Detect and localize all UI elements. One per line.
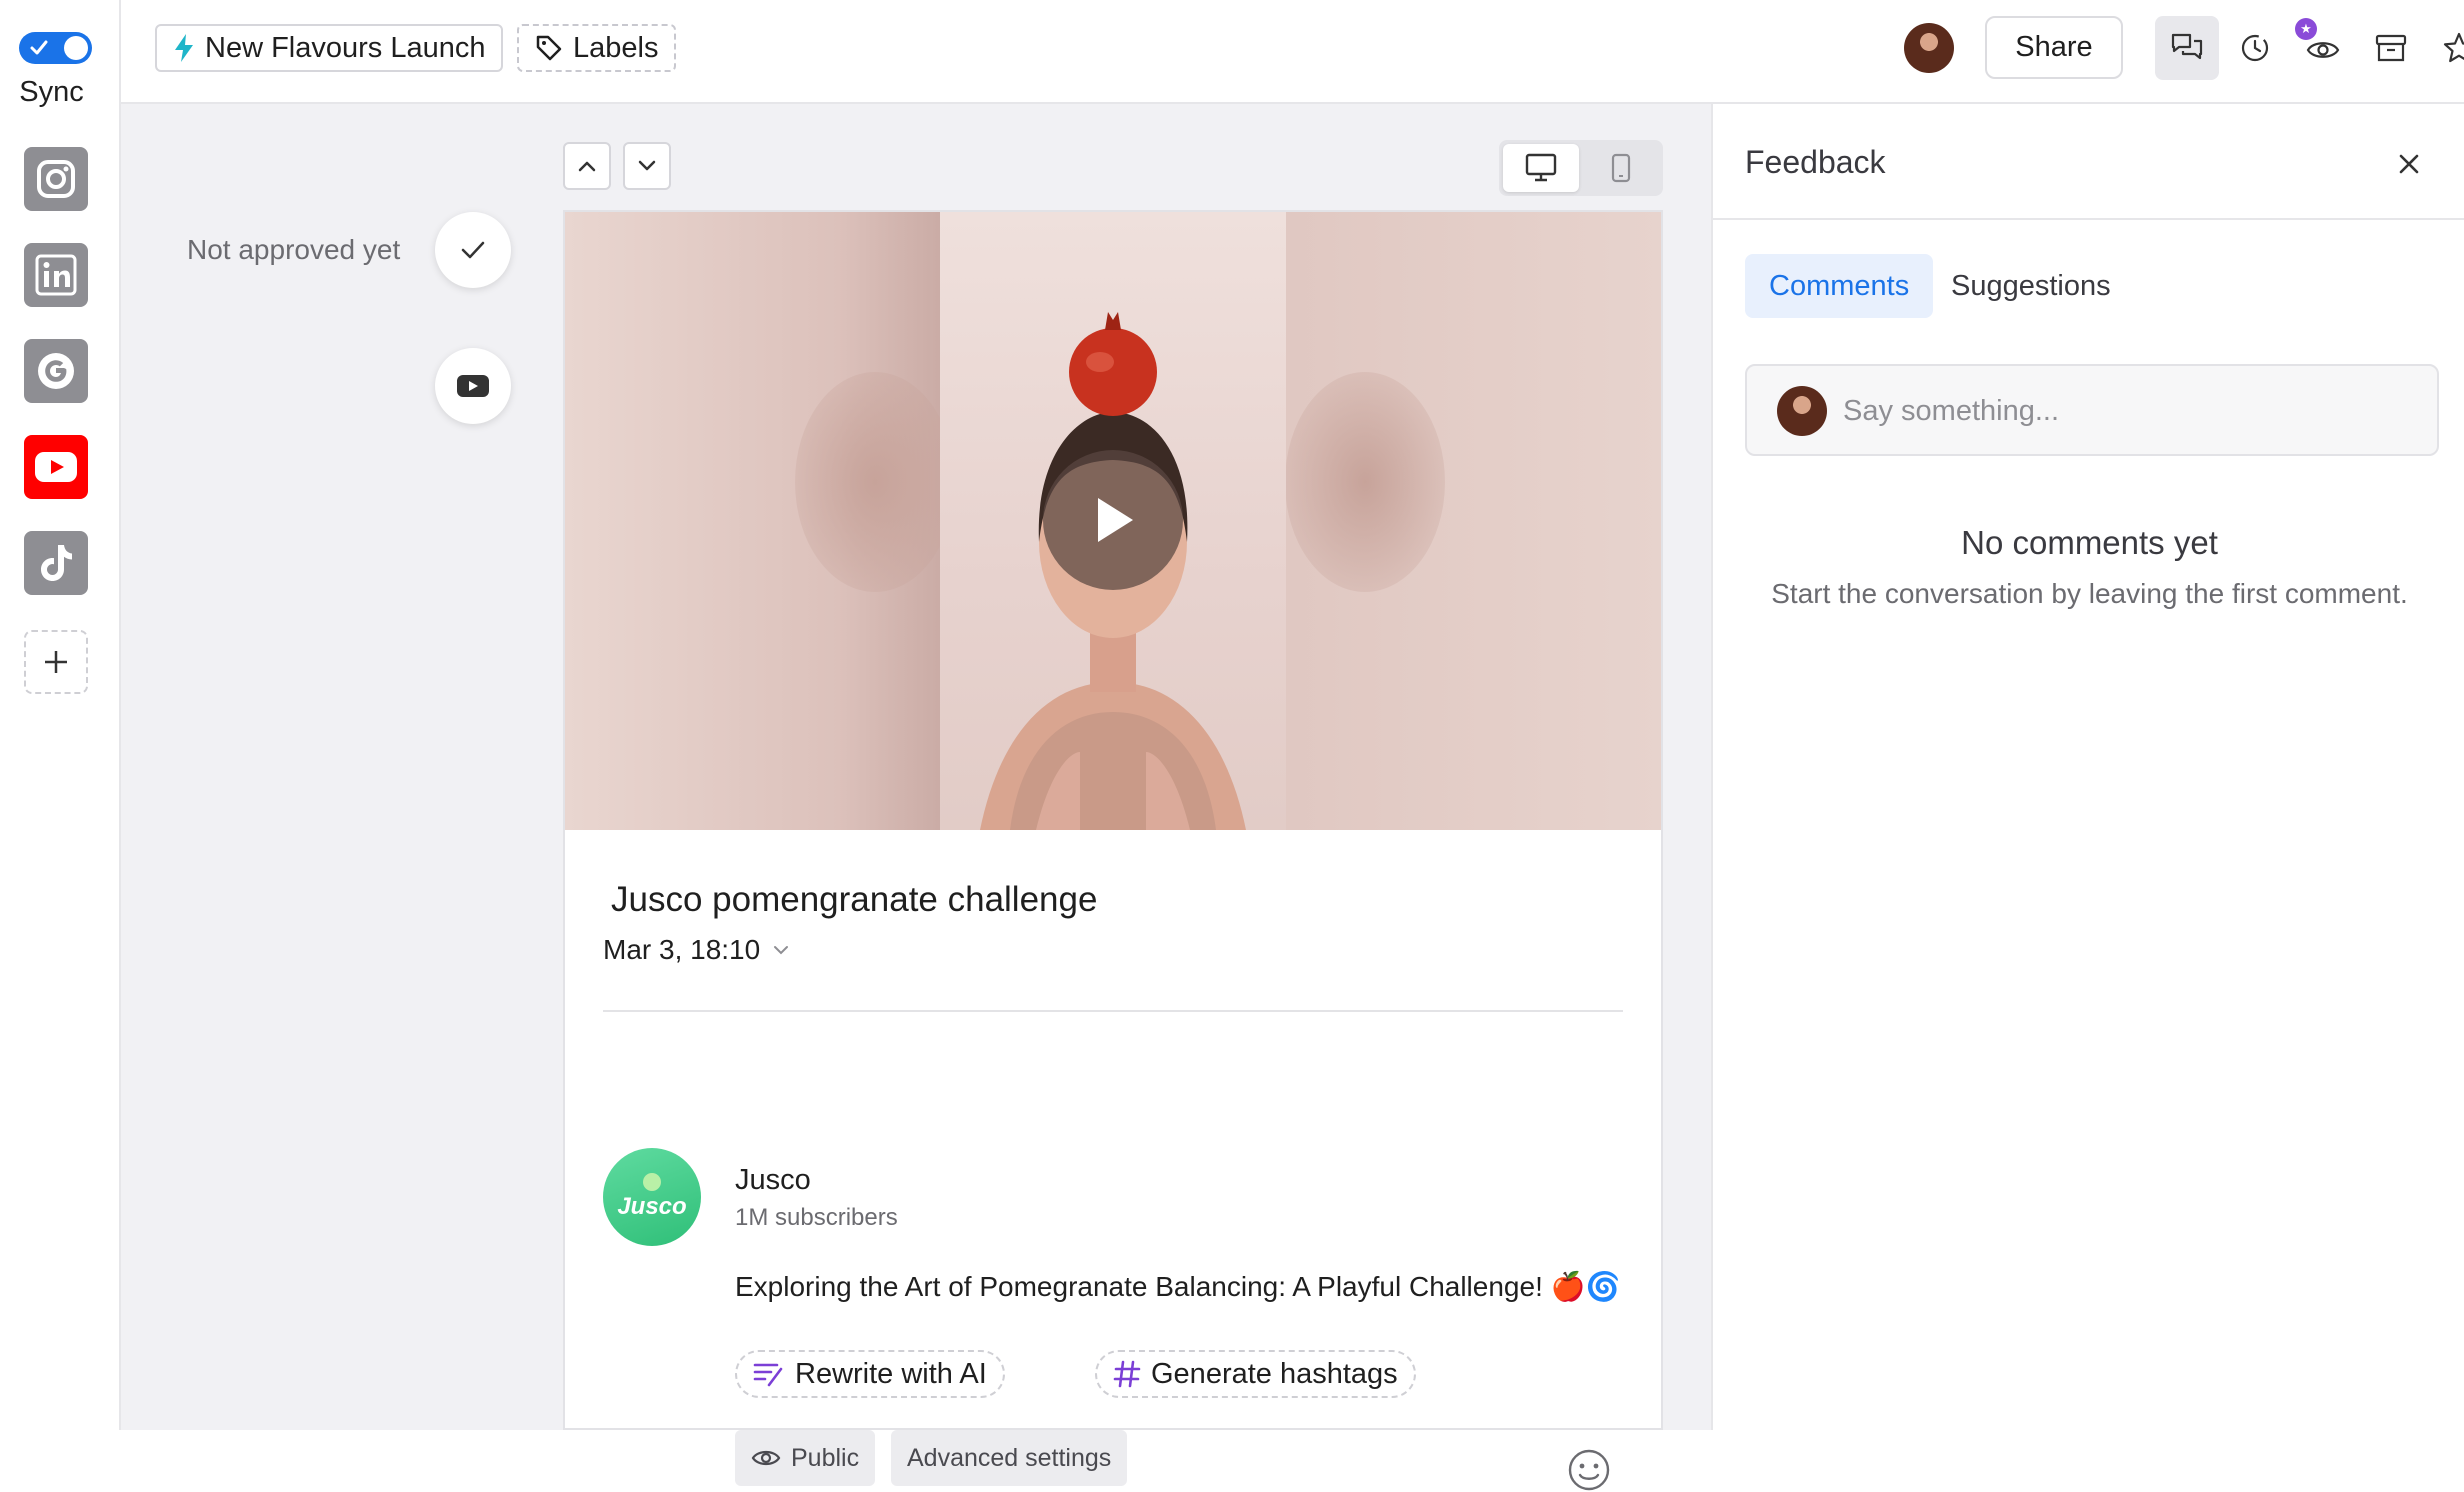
empty-state-subtitle: Start the conversation by leaving the fi… xyxy=(1771,578,2408,609)
comments-icon xyxy=(2171,33,2203,60)
comment-composer xyxy=(1745,364,2439,456)
blurred-background xyxy=(795,372,955,592)
ai-rewrite-icon xyxy=(753,1363,783,1387)
hashtag-icon xyxy=(1113,1360,1141,1388)
generate-hashtags-button[interactable]: Generate hashtags xyxy=(1095,1350,1416,1398)
campaign-label: New Flavours Launch xyxy=(205,31,486,64)
top-bar: New Flavours Launch Labels Share ★ xyxy=(121,0,2464,104)
editor-canvas: Not approved yet Jusco pomengranate chal… xyxy=(121,104,1711,1491)
eye-icon xyxy=(751,1450,781,1466)
previous-post-button[interactable] xyxy=(563,142,611,190)
approve-button[interactable] xyxy=(435,212,511,288)
youtube-icon[interactable] xyxy=(24,435,88,499)
archive-icon xyxy=(2375,34,2407,62)
channel-name: Jusco xyxy=(735,1164,811,1196)
star-badge: ★ xyxy=(2295,18,2317,40)
mobile-icon xyxy=(1611,153,1631,183)
rewrite-with-ai-button[interactable]: Rewrite with AI xyxy=(735,1350,1005,1398)
toggle-knob xyxy=(64,36,88,60)
channel-avatar-text: Jusco xyxy=(617,1193,687,1220)
blurred-background xyxy=(1285,372,1445,592)
play-icon xyxy=(1098,498,1133,542)
hashtags-label: Generate hashtags xyxy=(1151,1357,1398,1390)
chevron-down-icon xyxy=(774,946,789,955)
post-title[interactable]: Jusco pomengranate challenge xyxy=(611,880,1097,920)
tab-comments[interactable]: Comments xyxy=(1745,254,1934,318)
linkedin-icon[interactable] xyxy=(24,243,88,307)
post-caption[interactable]: Exploring the Art of Pomegranate Balanci… xyxy=(735,1270,1621,1303)
tag-icon xyxy=(536,35,562,61)
close-icon[interactable] xyxy=(2391,146,2427,182)
advanced-settings-button[interactable]: Advanced settings xyxy=(891,1430,1128,1486)
advanced-settings-label: Advanced settings xyxy=(907,1443,1112,1472)
caption-emoji: 🍎🌀 xyxy=(1550,1271,1621,1302)
visibility-label: Public xyxy=(791,1443,860,1472)
google-icon[interactable] xyxy=(24,339,88,403)
history-icon xyxy=(2241,34,2269,62)
left-rail: Sync xyxy=(0,0,121,1430)
emoji-picker-icon[interactable] xyxy=(1567,1448,1611,1492)
youtube-preview-button[interactable] xyxy=(435,348,511,424)
favorite-button[interactable] xyxy=(2427,16,2464,80)
comments-toggle-button[interactable] xyxy=(2155,16,2219,80)
star-icon xyxy=(2443,32,2464,63)
lightning-icon xyxy=(175,34,193,62)
channel-avatar: Jusco xyxy=(603,1148,701,1246)
check-icon xyxy=(30,40,48,55)
empty-state-title: No comments yet xyxy=(1961,524,2218,561)
caption-text: Exploring the Art of Pomegranate Balanci… xyxy=(735,1271,1543,1302)
feedback-panel: Feedback Comments Suggestions No comment… xyxy=(1711,104,2464,1430)
mobile-view-button[interactable] xyxy=(1583,144,1659,192)
share-button[interactable]: Share xyxy=(1985,16,2123,79)
user-avatar[interactable] xyxy=(1904,23,1954,73)
divider xyxy=(603,1010,1623,1012)
archive-button[interactable] xyxy=(2359,16,2423,80)
chevron-up-icon xyxy=(578,161,596,172)
desktop-icon xyxy=(1525,153,1557,182)
tab-suggestions[interactable]: Suggestions xyxy=(1951,254,2135,318)
sync-label: Sync xyxy=(19,76,84,108)
next-post-button[interactable] xyxy=(623,142,671,190)
watch-button[interactable]: ★ xyxy=(2291,16,2355,80)
approval-status: Not approved yet xyxy=(187,234,401,265)
avatar xyxy=(1777,386,1827,436)
divider xyxy=(1713,218,2464,220)
history-button[interactable] xyxy=(2223,16,2287,80)
post-date: Mar 3, 18:10 xyxy=(603,934,761,965)
instagram-icon[interactable] xyxy=(24,147,88,211)
device-toggle xyxy=(1499,140,1663,196)
visibility-selector[interactable]: Public xyxy=(735,1430,876,1486)
comment-input[interactable] xyxy=(1841,386,2401,436)
labels-chip[interactable]: Labels xyxy=(517,24,677,72)
logo-dot xyxy=(643,1173,661,1191)
feedback-title: Feedback xyxy=(1745,144,1886,180)
add-channel-button[interactable] xyxy=(24,630,88,694)
chevron-down-icon xyxy=(638,160,656,171)
youtube-icon xyxy=(457,375,489,397)
video-thumbnail[interactable] xyxy=(565,212,1661,830)
play-button[interactable] xyxy=(1043,450,1183,590)
tiktok-icon[interactable] xyxy=(24,531,88,595)
post-preview-card: Jusco pomengranate challenge Mar 3, 18:1… xyxy=(563,210,1663,1491)
desktop-view-button[interactable] xyxy=(1503,144,1579,192)
plus-icon xyxy=(45,651,67,673)
labels-label: Labels xyxy=(573,31,659,64)
check-icon xyxy=(461,241,485,259)
post-date-picker[interactable]: Mar 3, 18:10 xyxy=(603,934,790,966)
sync-toggle[interactable] xyxy=(19,32,92,64)
rewrite-label: Rewrite with AI xyxy=(795,1357,987,1390)
subscriber-count: 1M subscribers xyxy=(735,1204,898,1231)
campaign-chip[interactable]: New Flavours Launch xyxy=(155,24,504,72)
